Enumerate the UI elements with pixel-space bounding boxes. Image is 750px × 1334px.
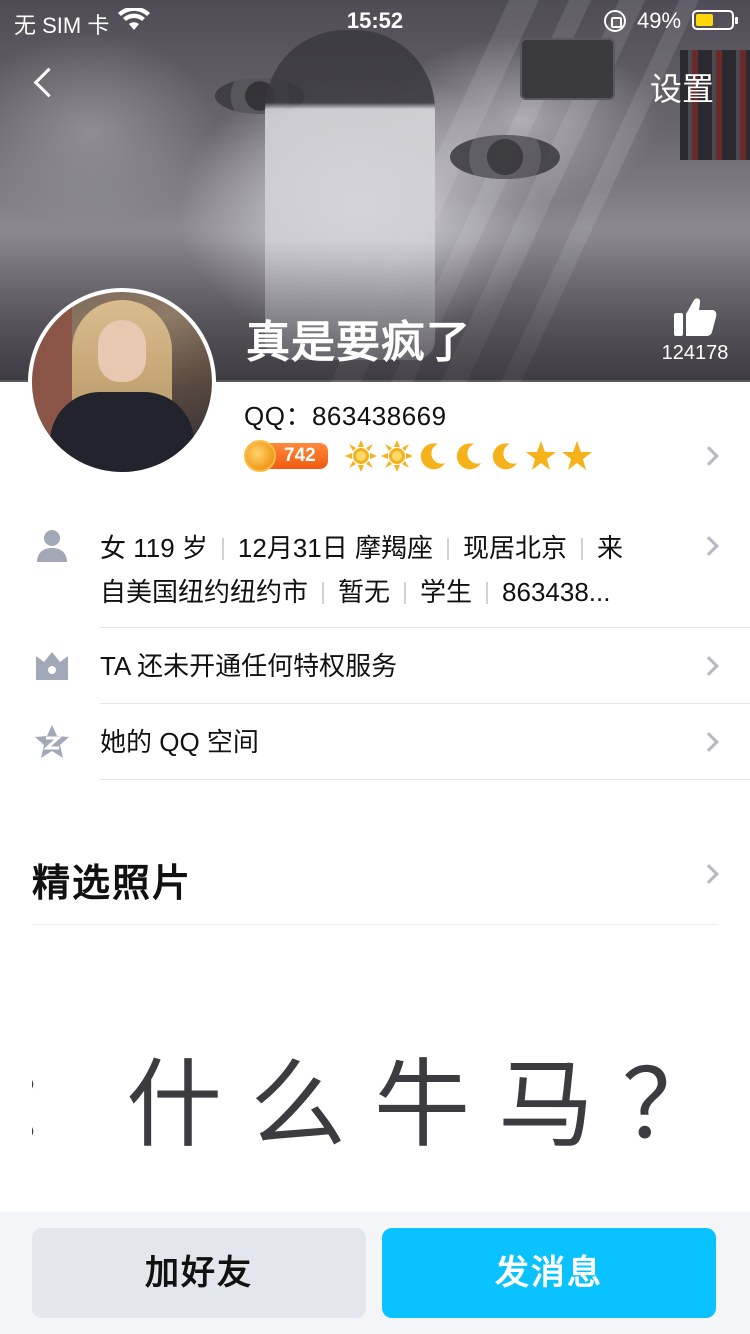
thumbs-up-icon: [674, 298, 717, 336]
chevron-right-icon: [699, 536, 719, 556]
vip-level: 742: [268, 443, 328, 469]
separator: [486, 582, 489, 604]
qzone-star-icon: [35, 725, 69, 758]
qq-number: QQ：863438669: [244, 401, 447, 431]
avatar-face: [98, 320, 146, 382]
chevron-right-icon[interactable]: [699, 864, 719, 884]
sun-icon: [380, 439, 414, 473]
avatar[interactable]: [28, 288, 216, 476]
moon-icon: [416, 439, 450, 473]
separator: [322, 582, 325, 604]
crown-icon: [36, 652, 68, 680]
separator: [581, 538, 583, 560]
chevron-right-icon: [699, 732, 719, 752]
sun-icon: [344, 439, 378, 473]
moon-icon: [488, 439, 522, 473]
separator: [404, 582, 407, 604]
hometown: 自美国纽约纽约市: [100, 577, 309, 607]
avatar-image: [32, 292, 212, 472]
privilege-text: TA 还未开通任何特权服务: [100, 651, 398, 681]
cover-turntable-shape: [450, 135, 560, 179]
chevron-right-icon[interactable]: [699, 446, 719, 466]
extra-info: 863438...: [502, 577, 611, 607]
star-icon: [560, 439, 594, 473]
back-button[interactable]: [24, 60, 64, 108]
divider: [100, 779, 750, 780]
level-badges[interactable]: 742: [244, 438, 596, 474]
status-bar: 无 SIM 卡 15:52 49%: [0, 0, 750, 40]
birthday: 12月31日 摩羯座: [237, 533, 433, 563]
like-button[interactable]: 124178: [652, 296, 738, 365]
profile-info-line: 自美国纽约纽约市 暂无 学生 863438...: [100, 570, 666, 614]
battery-icon: [692, 10, 738, 30]
featured-photos-title[interactable]: 精选照片: [32, 852, 192, 907]
location: 现居北京: [462, 533, 567, 563]
hometown-part: 来: [597, 533, 624, 563]
qzone-row[interactable]: 她的 QQ 空间: [0, 704, 750, 779]
profile-nickname: 真是要疯了: [246, 318, 471, 367]
send-message-button[interactable]: 发消息: [382, 1228, 716, 1318]
chevron-right-icon: [699, 656, 719, 676]
featured-photo-text: ：什么牛马？恶: [32, 1049, 718, 1161]
privilege-row[interactable]: TA 还未开通任何特权服务: [0, 628, 750, 703]
divider: [32, 924, 718, 925]
like-count: 124178: [661, 342, 729, 364]
bottom-action-bar: 加好友 发消息: [0, 1212, 750, 1334]
battery-percent: 49%: [637, 8, 682, 33]
gender-age: 女 119 岁: [100, 533, 208, 563]
profile-info-text: 女 119 岁 12月31日 摩羯座 现居北京来 自美国纽约纽约市 暂无 学生 86343…: [100, 526, 666, 614]
person-icon: [37, 530, 67, 562]
featured-photo[interactable]: ：什么牛马？恶: [32, 1040, 718, 1170]
profile-info-row[interactable]: 女 119 岁 12月31日 摩羯座 现居北京来 自美国纽约纽约市 暂无 学生 86343…: [0, 520, 750, 628]
moon-icon: [452, 439, 486, 473]
vip-badge[interactable]: 742: [244, 440, 328, 472]
occupation: 学生: [420, 577, 473, 607]
profile-info-line: 女 119 岁 12月31日 摩羯座 现居北京来: [100, 526, 666, 570]
vip-medal-icon: [244, 440, 276, 472]
cover-radio-shape: [520, 38, 615, 100]
settings-button[interactable]: 设置: [650, 64, 714, 110]
separator: [221, 538, 224, 560]
qq-level-icons: [344, 439, 596, 473]
avatar-shirt: [50, 392, 194, 472]
add-friend-button[interactable]: 加好友: [32, 1228, 366, 1318]
star-icon: [524, 439, 558, 473]
qzone-text: 她的 QQ 空间: [100, 727, 259, 757]
orientation-lock-icon: [604, 10, 626, 32]
separator: [446, 538, 449, 560]
company: 暂无: [338, 577, 391, 607]
